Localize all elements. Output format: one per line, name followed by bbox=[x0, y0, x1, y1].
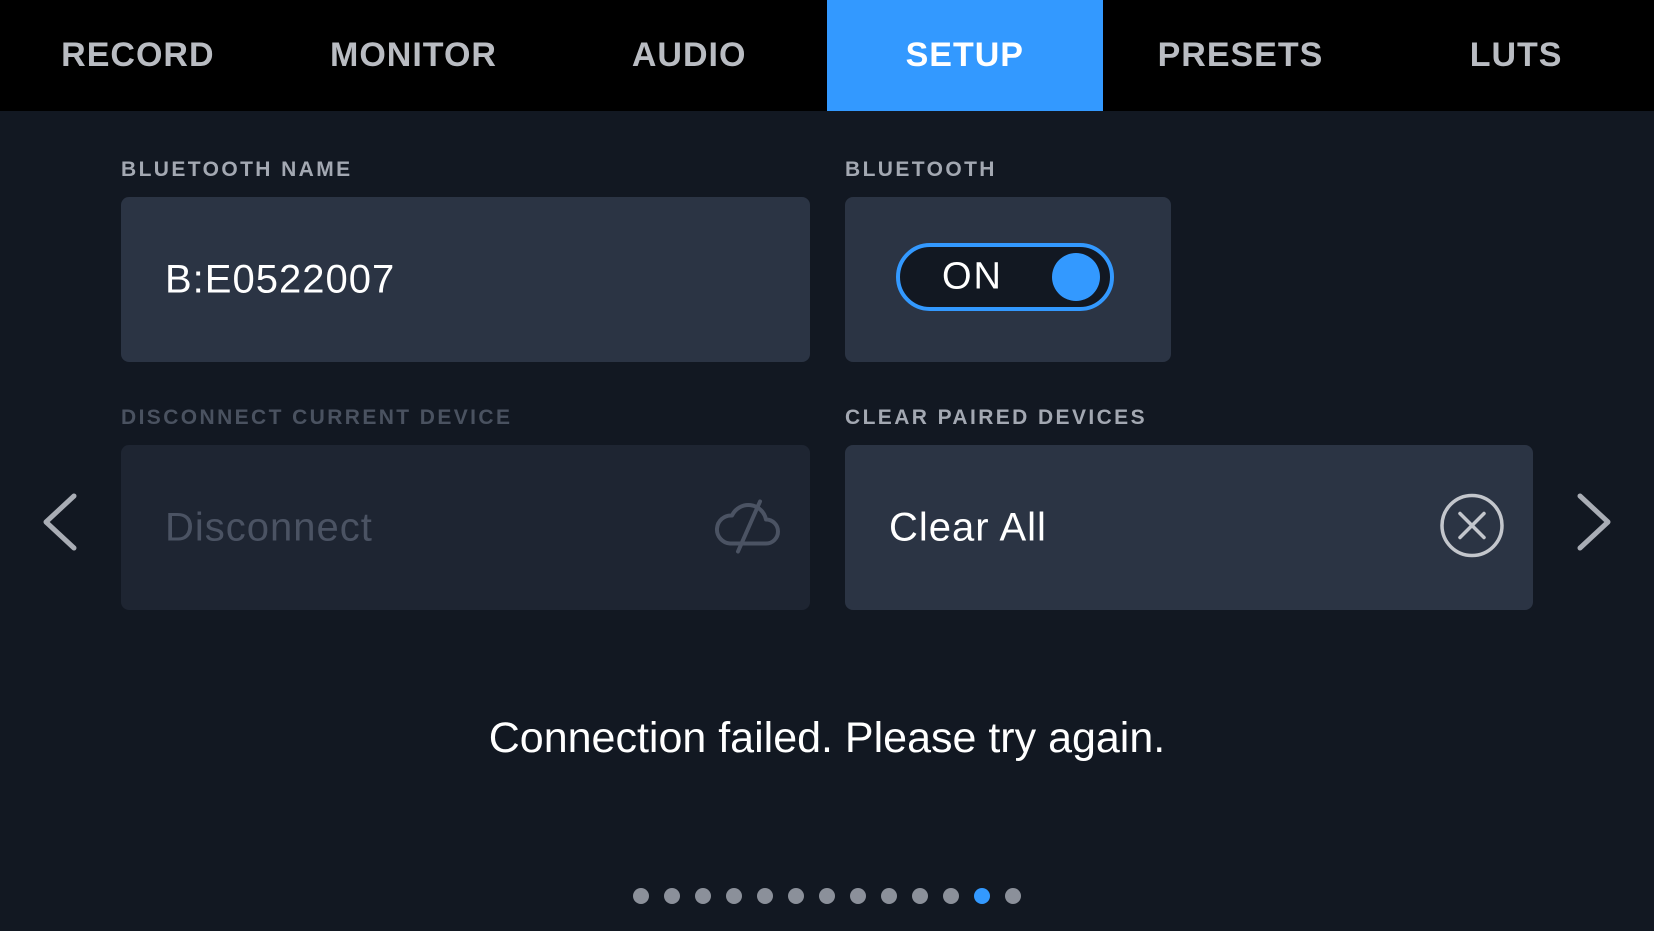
page-dot[interactable] bbox=[788, 888, 804, 904]
disconnect-button[interactable]: Disconnect bbox=[121, 445, 810, 610]
prev-page-arrow[interactable] bbox=[36, 482, 86, 562]
tab-setup[interactable]: SETUP bbox=[826, 0, 1103, 111]
tab-audio[interactable]: AUDIO bbox=[551, 0, 827, 111]
page-dot[interactable] bbox=[881, 888, 897, 904]
page-dot[interactable] bbox=[1005, 888, 1021, 904]
bluetooth-name-field[interactable]: B:E0522007 bbox=[121, 197, 810, 362]
bluetooth-toggle[interactable]: ON bbox=[896, 243, 1114, 311]
bluetooth-panel: ON bbox=[845, 197, 1171, 362]
page-dot[interactable] bbox=[850, 888, 866, 904]
toggle-knob bbox=[1052, 253, 1100, 301]
tab-presets[interactable]: PRESETS bbox=[1103, 0, 1379, 111]
page-dot[interactable] bbox=[943, 888, 959, 904]
disconnect-button-label: Disconnect bbox=[165, 505, 373, 549]
disconnect-label: DISCONNECT CURRENT DEVICE bbox=[121, 406, 513, 429]
clear-paired-label: CLEAR PAIRED DEVICES bbox=[845, 406, 1147, 429]
cloud-off-icon bbox=[712, 497, 782, 558]
chevron-left-icon bbox=[43, 493, 77, 551]
tab-record[interactable]: RECORD bbox=[0, 0, 276, 111]
page-dot[interactable] bbox=[974, 888, 990, 904]
tab-bar: RECORD MONITOR AUDIO SETUP PRESETS LUTS bbox=[0, 0, 1654, 111]
bluetooth-label: BLUETOOTH bbox=[845, 158, 997, 181]
chevron-right-icon bbox=[1577, 493, 1611, 551]
tab-luts[interactable]: LUTS bbox=[1378, 0, 1654, 111]
bluetooth-toggle-state: ON bbox=[942, 255, 1003, 298]
bluetooth-name-label: BLUETOOTH NAME bbox=[121, 158, 353, 181]
clear-circle-x-icon bbox=[1439, 492, 1505, 563]
page-dot[interactable] bbox=[664, 888, 680, 904]
page-dot[interactable] bbox=[633, 888, 649, 904]
status-message: Connection failed. Please try again. bbox=[488, 714, 1166, 762]
page-indicator bbox=[633, 888, 1021, 904]
page-dot[interactable] bbox=[912, 888, 928, 904]
setup-screen: RECORD MONITOR AUDIO SETUP PRESETS LUTS … bbox=[0, 0, 1654, 931]
page-dot[interactable] bbox=[695, 888, 711, 904]
next-page-arrow[interactable] bbox=[1568, 482, 1618, 562]
clear-all-button-label: Clear All bbox=[889, 505, 1047, 549]
bluetooth-name-value: B:E0522007 bbox=[165, 257, 396, 301]
tab-monitor[interactable]: MONITOR bbox=[276, 0, 552, 111]
page-dot[interactable] bbox=[819, 888, 835, 904]
page-dot[interactable] bbox=[726, 888, 742, 904]
clear-all-button[interactable]: Clear All bbox=[845, 445, 1533, 610]
page-dot[interactable] bbox=[757, 888, 773, 904]
